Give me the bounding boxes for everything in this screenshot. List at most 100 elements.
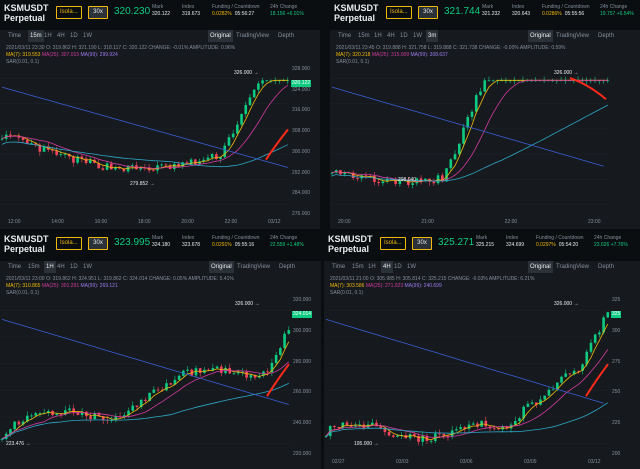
candle-body: [471, 423, 475, 425]
stat-value: 0.0297% 05:54:20: [536, 242, 584, 249]
stat-value-a: 321.232: [482, 11, 501, 17]
candle-body: [173, 163, 176, 170]
timeframe-1w[interactable]: 1W: [83, 30, 92, 42]
candle-body: [177, 375, 181, 380]
view-tradingview[interactable]: TradingView: [236, 30, 269, 42]
candle-body: [17, 421, 21, 425]
timeframe-15m[interactable]: 15m: [358, 30, 370, 42]
view-depth[interactable]: Depth: [278, 30, 294, 42]
view-depth[interactable]: Depth: [598, 261, 614, 273]
timeframe-15m[interactable]: 15m: [28, 30, 44, 42]
leverage-button[interactable]: 30x: [418, 6, 438, 19]
time-tick: 14:00: [51, 219, 64, 225]
timeframe-1d[interactable]: 1D: [70, 261, 78, 273]
candle-body: [215, 154, 218, 160]
high-marker: 326.000 →: [554, 301, 579, 307]
price-tick: 276.000: [292, 211, 311, 217]
view-original[interactable]: Original: [528, 261, 553, 273]
candle-body: [206, 157, 210, 160]
view-tradingview[interactable]: TradingView: [556, 261, 589, 273]
margin-mode-button[interactable]: Isola...: [380, 237, 406, 250]
margin-mode-button[interactable]: Isola...: [56, 237, 82, 250]
margin-mode-button[interactable]: Isola...: [386, 6, 412, 19]
timeframe-1d[interactable]: 1D: [70, 30, 78, 42]
view-tradingview[interactable]: TradingView: [237, 261, 270, 273]
stat-0: Mark 324.180: [152, 235, 170, 249]
symbol-name[interactable]: KSMUSDT Perpetual: [4, 234, 49, 254]
candle-body: [9, 134, 12, 136]
time-tick: 03/06: [460, 459, 473, 465]
candle-body: [333, 426, 336, 428]
view-original[interactable]: Original: [209, 261, 234, 273]
candle-body: [396, 435, 399, 437]
timeframe-1d[interactable]: 1D: [394, 261, 402, 273]
candle-body: [547, 389, 551, 396]
stat-value: 324.180: [152, 242, 170, 249]
timeframe-1w[interactable]: 1W: [83, 261, 92, 273]
price-axis: 320.000 300.000 280.000 260.000 240.000 220.0…: [293, 297, 321, 457]
candle-body: [215, 366, 219, 369]
candlestick-chart[interactable]: [324, 297, 610, 457]
view-tradingview[interactable]: TradingView: [556, 30, 589, 42]
timeframe-4h[interactable]: 4H: [57, 30, 65, 42]
candle-body: [261, 80, 264, 84]
leverage-button[interactable]: 30x: [412, 237, 432, 250]
stat-0: Mark 320.122: [152, 4, 170, 18]
timeframe-1w[interactable]: 1W: [413, 30, 422, 42]
candle-body: [55, 413, 59, 416]
stat-value: 321.232: [482, 11, 500, 18]
sar-info: SAR(0.01, 0.1): [330, 290, 364, 296]
candle-body: [341, 422, 345, 429]
timeframe-1d[interactable]: 1D: [400, 30, 408, 42]
candle-body: [453, 154, 457, 160]
timeframe-15m[interactable]: 15m: [28, 261, 40, 273]
view-depth[interactable]: Depth: [279, 261, 295, 273]
sar-line: [325, 319, 604, 404]
timeframe-4h[interactable]: 4H: [381, 261, 393, 273]
high-value: 326.000: [554, 301, 573, 307]
timeframe-time[interactable]: Time: [8, 261, 21, 273]
margin-mode-button[interactable]: Isola...: [56, 6, 82, 19]
view-original[interactable]: Original: [528, 30, 553, 42]
timeframe-1h[interactable]: 1H: [368, 261, 376, 273]
stat-value: 23.626 +7.76%: [594, 242, 628, 249]
ma-info: MA(7): 320.218 MA(25): 315.009 MA(99): 3…: [336, 52, 448, 59]
ohlc-info: 2021/03/11 23:00 O: 319.862 H: 324.951 L…: [6, 276, 234, 282]
timeframe-time[interactable]: Time: [332, 261, 345, 273]
candle-body: [160, 164, 164, 166]
low-value: 279.852: [130, 181, 149, 187]
leverage-button[interactable]: 30x: [88, 237, 108, 250]
timeframe-time[interactable]: Time: [338, 30, 351, 42]
price-tick: 225: [612, 420, 621, 427]
candlestick-chart[interactable]: [0, 297, 291, 457]
view-depth[interactable]: Depth: [598, 30, 614, 42]
timeframe-1w[interactable]: 1W: [407, 261, 416, 273]
timeframe-1h[interactable]: 1H: [374, 30, 382, 42]
ohlc-info: 2021/03/11 21:00 O: 305.985 H: 305.814 C…: [330, 276, 535, 282]
symbol-name[interactable]: KSMUSDT Perpetual: [328, 234, 373, 254]
timeframe-time[interactable]: Time: [8, 30, 21, 42]
candle-body: [356, 178, 359, 179]
stat-value: 0.0291% 05:55:16: [212, 242, 260, 249]
timeframe-1h[interactable]: 1H: [44, 261, 56, 273]
stat-key: Funding / Countdown: [212, 4, 260, 10]
time-tick: 16:00: [94, 219, 108, 225]
timeframe-4h[interactable]: 4H: [387, 30, 395, 42]
price-tick: 325: [612, 297, 621, 303]
timeframe-3m[interactable]: 3m: [426, 30, 439, 42]
candle-body: [345, 422, 349, 426]
candle-body: [387, 432, 391, 436]
symbol-name[interactable]: KSMUSDT Perpetual: [4, 3, 49, 23]
timeframe-4h[interactable]: 4H: [57, 261, 65, 273]
candlestick-chart[interactable]: [0, 66, 290, 217]
price-tick: 316.000: [292, 107, 311, 114]
leverage-button[interactable]: 30x: [88, 6, 108, 19]
candle-body: [130, 165, 134, 167]
symbol-name[interactable]: KSMUSDT Perpetual: [334, 3, 379, 23]
price-tick: 300.000: [293, 327, 312, 334]
candlestick-chart[interactable]: [330, 66, 610, 217]
timeframe-1h[interactable]: 1H: [44, 30, 52, 42]
stat-value-a: 320.122: [152, 11, 171, 17]
timeframe-15m[interactable]: 15m: [352, 261, 364, 273]
view-original[interactable]: Original: [208, 30, 233, 42]
